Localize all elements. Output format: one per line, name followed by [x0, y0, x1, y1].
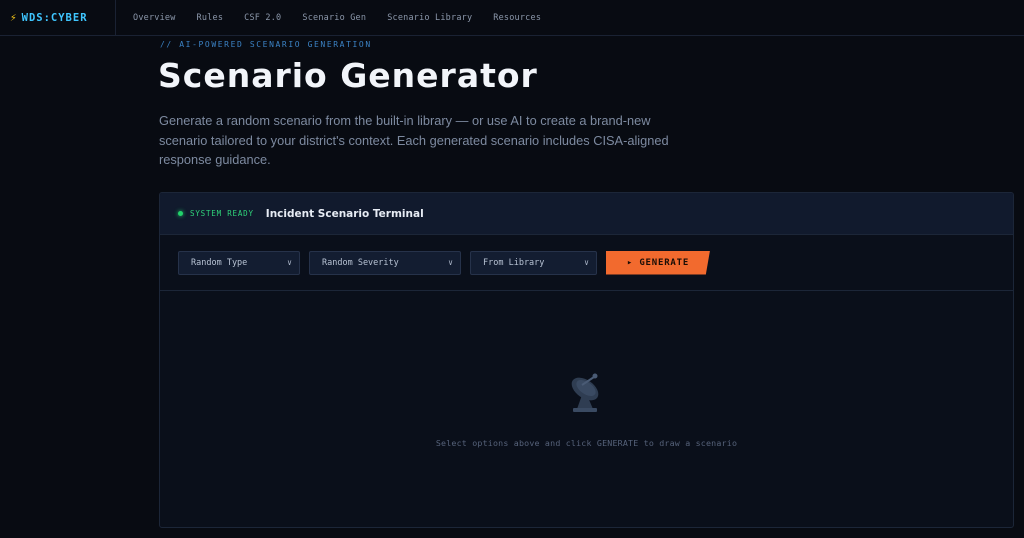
brand-name: WDS:CYBER	[21, 11, 88, 24]
chevron-down-icon: ∨	[448, 258, 453, 267]
status-indicator-icon	[178, 211, 183, 216]
severity-select-value: Random Severity	[322, 257, 399, 268]
page-title: Scenario Generator	[158, 56, 538, 95]
severity-select[interactable]: Random Severity ∨	[309, 250, 461, 275]
top-nav: ⚡ WDS:CYBER Overview Rules CSF 2.0 Scena…	[0, 0, 1024, 36]
nav-link-scenario-gen[interactable]: Scenario Gen	[302, 13, 366, 23]
nav-link-csf[interactable]: CSF 2.0	[244, 13, 281, 23]
nav-links: Overview Rules CSF 2.0 Scenario Gen Scen…	[116, 13, 562, 23]
empty-state-message: Select options above and click GENERATE …	[435, 438, 738, 448]
source-select[interactable]: From Library ∨	[470, 250, 597, 275]
nav-link-rules[interactable]: Rules	[197, 13, 224, 23]
terminal-header: SYSTEM READY Incident Scenario Terminal	[160, 193, 1013, 235]
brand-logo[interactable]: ⚡ WDS:CYBER	[0, 0, 116, 36]
page-description: Generate a random scenario from the buil…	[159, 113, 669, 167]
chevron-down-icon: ∨	[287, 258, 292, 267]
type-select[interactable]: Random Type ∨	[178, 250, 300, 275]
chevron-down-icon: ∨	[584, 258, 589, 267]
terminal-controls: Random Type ∨ Random Severity ∨ From Lib…	[160, 235, 1013, 291]
scenario-terminal: SYSTEM READY Incident Scenario Terminal …	[159, 192, 1014, 528]
nav-link-scenario-library[interactable]: Scenario Library	[387, 13, 472, 23]
terminal-title: Incident Scenario Terminal	[265, 207, 424, 220]
generate-button[interactable]: ▸ GENERATE	[606, 250, 710, 275]
source-select-value: From Library	[483, 257, 545, 268]
nav-link-overview[interactable]: Overview	[133, 13, 176, 23]
nav-link-resources[interactable]: Resources	[493, 13, 541, 23]
scenario-output-area: Select options above and click GENERATE …	[160, 291, 1013, 527]
status-badge: SYSTEM READY	[190, 209, 254, 218]
satellite-dish-icon	[571, 373, 599, 412]
type-select-value: Random Type	[191, 257, 248, 268]
lightning-bolt-icon: ⚡	[10, 11, 18, 24]
section-eyebrow: // AI-POWERED SCENARIO GENERATION	[160, 40, 372, 49]
